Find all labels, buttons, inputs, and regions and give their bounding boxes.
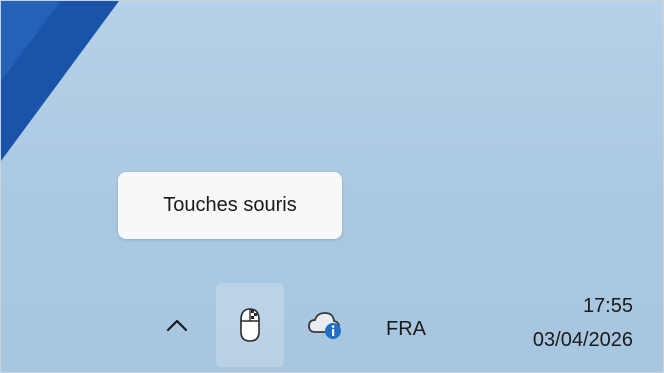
cloud-info-icon xyxy=(308,312,341,339)
input-language-indicator[interactable]: FRA xyxy=(386,314,438,344)
clock-time: 17:55 xyxy=(582,295,633,317)
taskbar-clock[interactable]: 17:55 03/04/2026 xyxy=(471,289,633,361)
clock-date: 03/04/2026 xyxy=(532,329,633,351)
mouse-keys-icon xyxy=(240,308,260,342)
tooltip-text: Touches souris xyxy=(163,194,297,216)
language-label: FRA xyxy=(386,317,426,340)
onedrive-status-button[interactable] xyxy=(301,301,349,349)
chevron-up-icon xyxy=(166,319,188,332)
tooltip: Touches souris xyxy=(118,172,342,239)
mouse-keys-button[interactable] xyxy=(216,283,284,367)
show-hidden-icons-button[interactable] xyxy=(157,301,197,349)
desktop: Touches souris FRA 17:55 03/04/2026 xyxy=(0,0,664,373)
wallpaper-shape xyxy=(1,1,119,161)
